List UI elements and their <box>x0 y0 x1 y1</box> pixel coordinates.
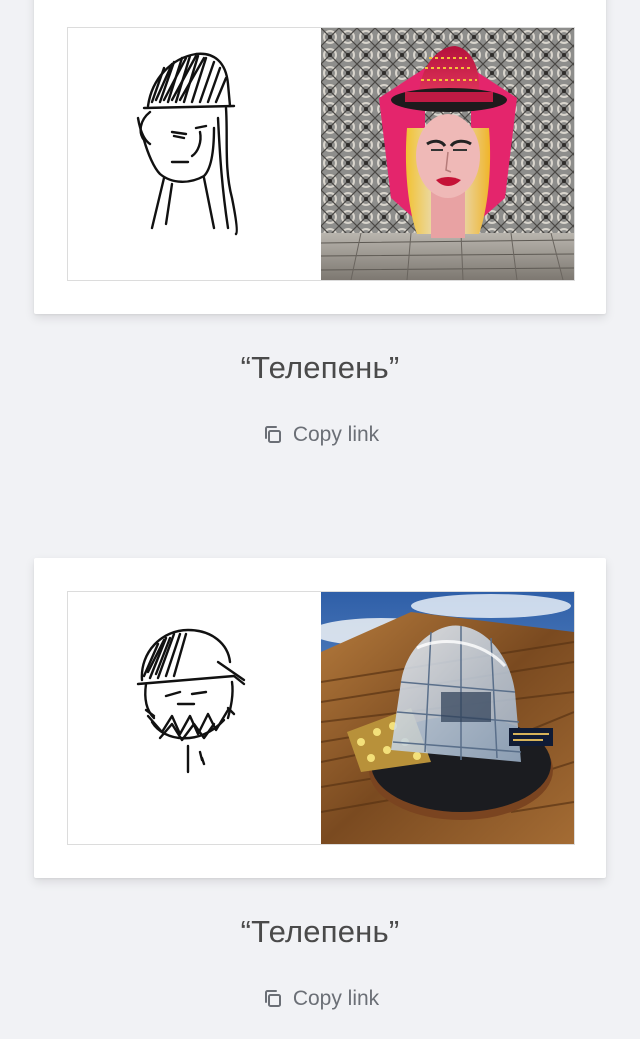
copy-link-button[interactable]: Copy link <box>0 423 640 447</box>
image-pair <box>67 591 575 845</box>
drawing-card[interactable] <box>34 558 606 878</box>
drawing-card[interactable] <box>34 0 606 314</box>
copy-link-label: Copy link <box>292 423 380 446</box>
copy-icon <box>264 426 281 443</box>
sketch-image <box>68 28 321 280</box>
sketch-drawing <box>136 52 238 236</box>
generated-image <box>321 592 574 844</box>
generated-image <box>321 28 574 280</box>
sketch-image <box>68 592 321 844</box>
copy-link-button[interactable]: Copy link <box>0 987 640 1011</box>
image-pair <box>67 27 575 281</box>
copy-link-label: Copy link <box>292 987 380 1010</box>
ornate-portrait-woman-red-hat-icon <box>321 28 574 280</box>
drawing-title: “Телепень” <box>240 914 400 949</box>
copy-icon <box>264 990 281 1007</box>
glass-dome-sculpture-on-wood-icon <box>321 592 574 844</box>
drawing-title: “Телепень” <box>240 350 400 385</box>
sketch-drawing <box>136 628 246 774</box>
drawing-feed: “Телепень” Copy link “Телепень” Copy lin… <box>0 0 640 1039</box>
